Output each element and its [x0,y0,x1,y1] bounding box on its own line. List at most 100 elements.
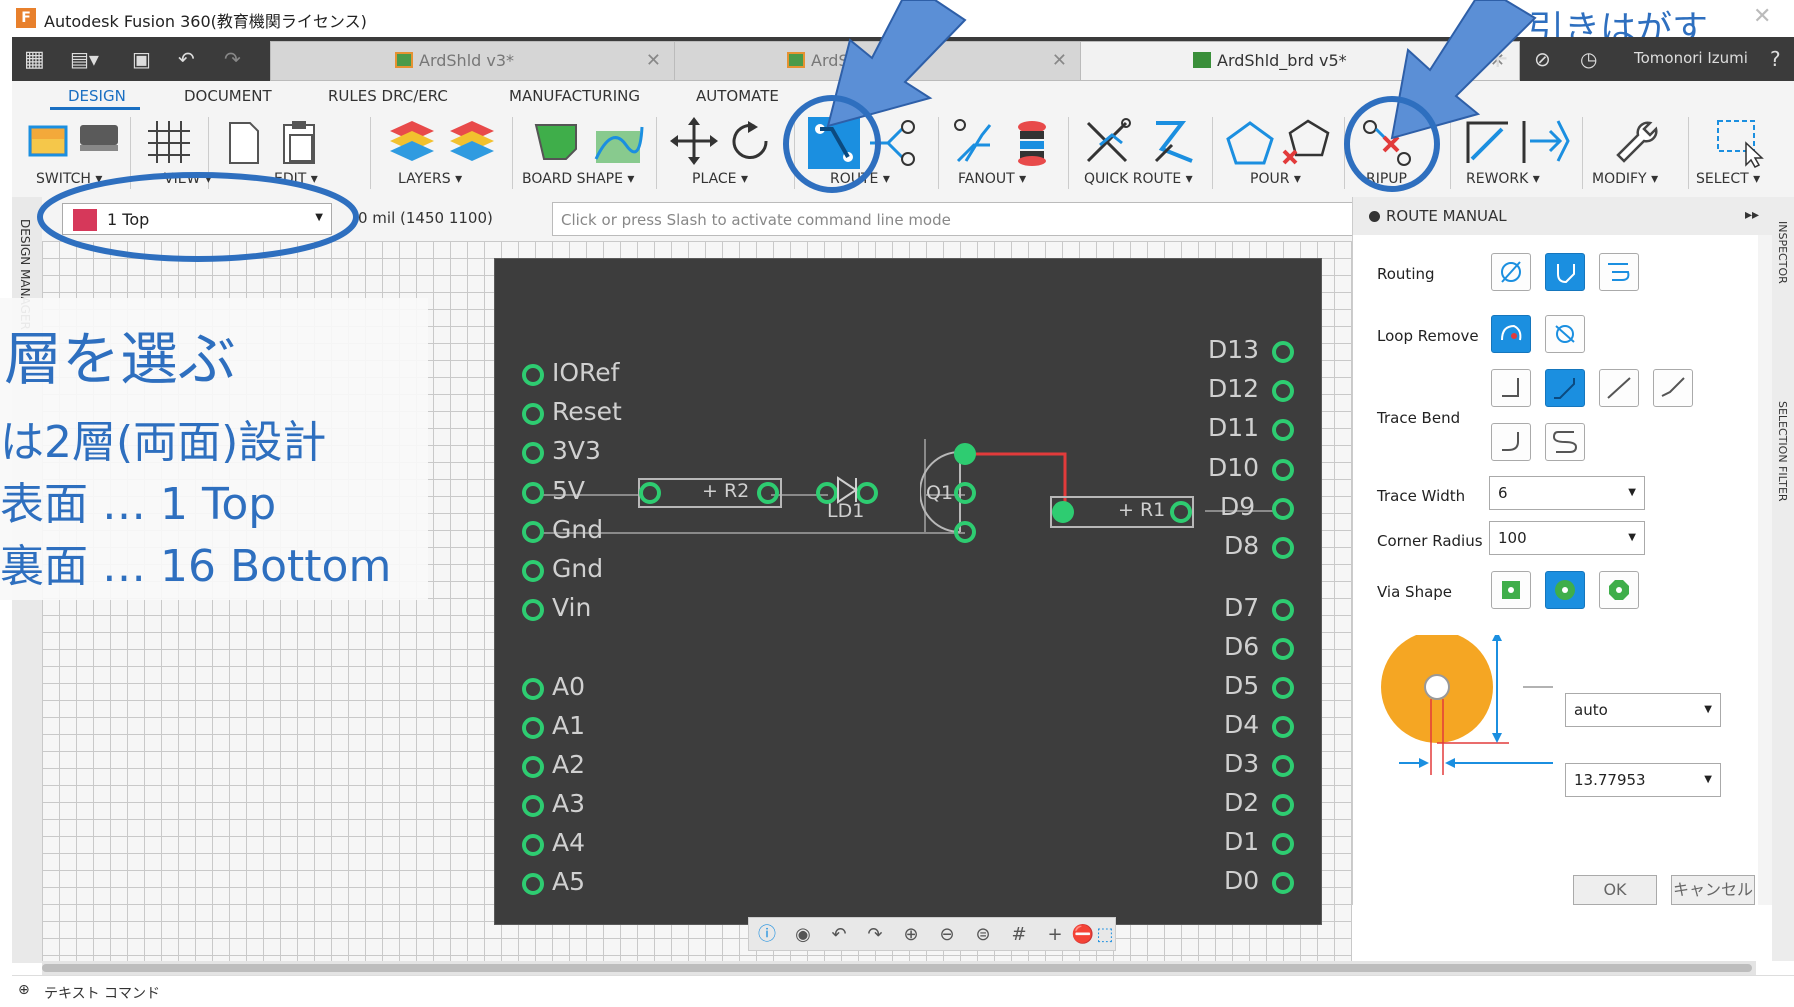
board-shape-label[interactable]: BOARD SHAPE ▾ [522,171,634,187]
bend-45-alt-button[interactable] [1653,369,1693,407]
pad[interactable] [1272,498,1294,520]
tab-design[interactable]: DESIGN [68,87,126,105]
ok-button[interactable]: OK [1573,875,1657,905]
pad[interactable] [1272,833,1294,855]
bend-45-button[interactable] [1545,369,1585,407]
pad[interactable] [1272,341,1294,363]
pad[interactable] [522,442,544,464]
zoom-fit-icon[interactable]: ⊜ [971,923,995,947]
pad[interactable] [954,482,976,504]
save-icon[interactable]: ▣ [132,47,151,71]
bend-90-button[interactable] [1491,369,1531,407]
quick-route-label[interactable]: QUICK ROUTE ▾ [1084,171,1193,187]
user-name[interactable]: Tomonori Izumi [1634,49,1748,67]
rework-icon[interactable] [1462,115,1572,169]
loop-remove-on-button[interactable] [1491,315,1531,353]
new-tab-icon[interactable]: + [1486,41,1509,74]
collapse-panel-icon[interactable]: ▸▸ [1745,207,1759,223]
pad[interactable] [522,795,544,817]
tab-document[interactable]: DOCUMENT [184,87,272,105]
cancel-button[interactable]: キャンセル [1671,875,1755,905]
pad[interactable] [522,560,544,582]
view-label[interactable]: VIEW ▾ [164,171,212,187]
redo-icon[interactable]: ↷ [863,923,887,947]
pad[interactable] [522,521,544,543]
pad[interactable] [1272,716,1294,738]
ripup-icon[interactable] [1358,115,1418,169]
grid-icon[interactable] [142,115,192,169]
pad[interactable] [522,599,544,621]
file-menu-icon[interactable]: ▤▾ [70,47,99,71]
pad-selected[interactable] [1052,501,1074,523]
pad[interactable] [1272,599,1294,621]
add-circle-icon[interactable]: ⊕ [18,982,30,998]
zoom-out-icon[interactable]: ⊖ [935,923,959,947]
via-drill-select[interactable]: 13.77953 ▼ [1565,763,1721,797]
via-diameter-select[interactable]: auto ▼ [1565,693,1721,727]
routing-walkaround-button[interactable] [1545,253,1585,291]
tab-rules-drc-erc[interactable]: RULES DRC/ERC [328,87,448,105]
pad[interactable] [522,482,544,504]
close-window-icon[interactable]: ✕ [1753,4,1771,29]
tab-automate[interactable]: AUTOMATE [696,87,779,105]
pad[interactable] [522,364,544,386]
app-grid-icon[interactable]: ▦ [24,47,45,72]
layer-dropdown[interactable]: 1 Top ▼ [62,203,332,235]
pad[interactable] [639,482,661,504]
copy-paste-icon[interactable] [218,115,328,169]
loop-remove-off-button[interactable] [1545,315,1585,353]
extensions-icon[interactable]: ⊘ [1534,47,1551,71]
fanout-label[interactable]: FANOUT ▾ [958,171,1026,187]
via-round-button[interactable] [1545,571,1585,609]
pad[interactable] [757,482,779,504]
tab-ardshld-brd[interactable]: ArdShld_brd v5* ✕ [1080,41,1520,81]
switch-to-schematic-icon[interactable] [24,115,124,169]
modify-label[interactable]: MODIFY ▾ [1592,171,1658,187]
place-label[interactable]: PLACE ▾ [692,171,748,187]
pad[interactable] [1170,501,1192,523]
tab-library[interactable]: LIBR [840,87,874,105]
command-line-input[interactable]: Click or press Slash to activate command… [552,202,1362,236]
pad[interactable] [1272,677,1294,699]
pad[interactable] [954,521,976,543]
routing-off-button[interactable] [1491,253,1531,291]
select-label[interactable]: SELECT ▾ [1696,171,1760,187]
trace-width-select[interactable]: 6 ▼ [1489,476,1645,510]
horizontal-scrollbar[interactable] [42,961,1756,975]
route-label[interactable]: ROUTE ▾ [830,171,890,187]
tab-ardshld-sch[interactable]: ArdShld v3* ✕ [270,41,676,81]
selection-filter-tab[interactable]: SELECTION FILTER [1776,401,1789,502]
pad[interactable] [522,678,544,700]
pad[interactable] [1272,755,1294,777]
close-tab-icon[interactable]: ✕ [1052,50,1067,71]
pour-label[interactable]: POUR ▾ [1250,171,1301,187]
pad[interactable] [1272,872,1294,894]
wrench-icon[interactable] [1610,115,1660,169]
move-rotate-icon[interactable] [668,115,778,169]
scrollbar-thumb[interactable] [42,964,1752,972]
stop-icon[interactable]: ⛔ [1071,923,1095,947]
pad[interactable] [1272,419,1294,441]
redo-icon[interactable]: ↷ [224,47,241,71]
add-icon[interactable]: + [1043,923,1067,947]
select-window-icon[interactable]: ⬚ [1093,923,1117,947]
pad[interactable] [1272,638,1294,660]
pad[interactable] [522,403,544,425]
routing-push-button[interactable] [1599,253,1639,291]
via-octagon-button[interactable] [1599,571,1639,609]
pad-selected[interactable] [954,443,976,465]
pad[interactable] [1272,537,1294,559]
via-square-button[interactable] [1491,571,1531,609]
undo-icon[interactable]: ↶ [178,47,195,71]
bend-straight-button[interactable] [1599,369,1639,407]
ripup-label[interactable]: RIPUP [1366,171,1407,187]
polygon-pour-icon[interactable] [1224,115,1334,169]
pad[interactable] [522,834,544,856]
pad[interactable] [522,717,544,739]
corner-radius-select[interactable]: 100 ▼ [1489,521,1645,555]
visibility-eye-icon[interactable]: ◉ [791,923,815,947]
text-command-label[interactable]: テキスト コマンド [44,983,160,1003]
help-icon[interactable]: ? [1770,47,1781,71]
tab-manufacturing[interactable]: MANUFACTURING [509,87,640,105]
layers-icon[interactable] [382,115,502,169]
